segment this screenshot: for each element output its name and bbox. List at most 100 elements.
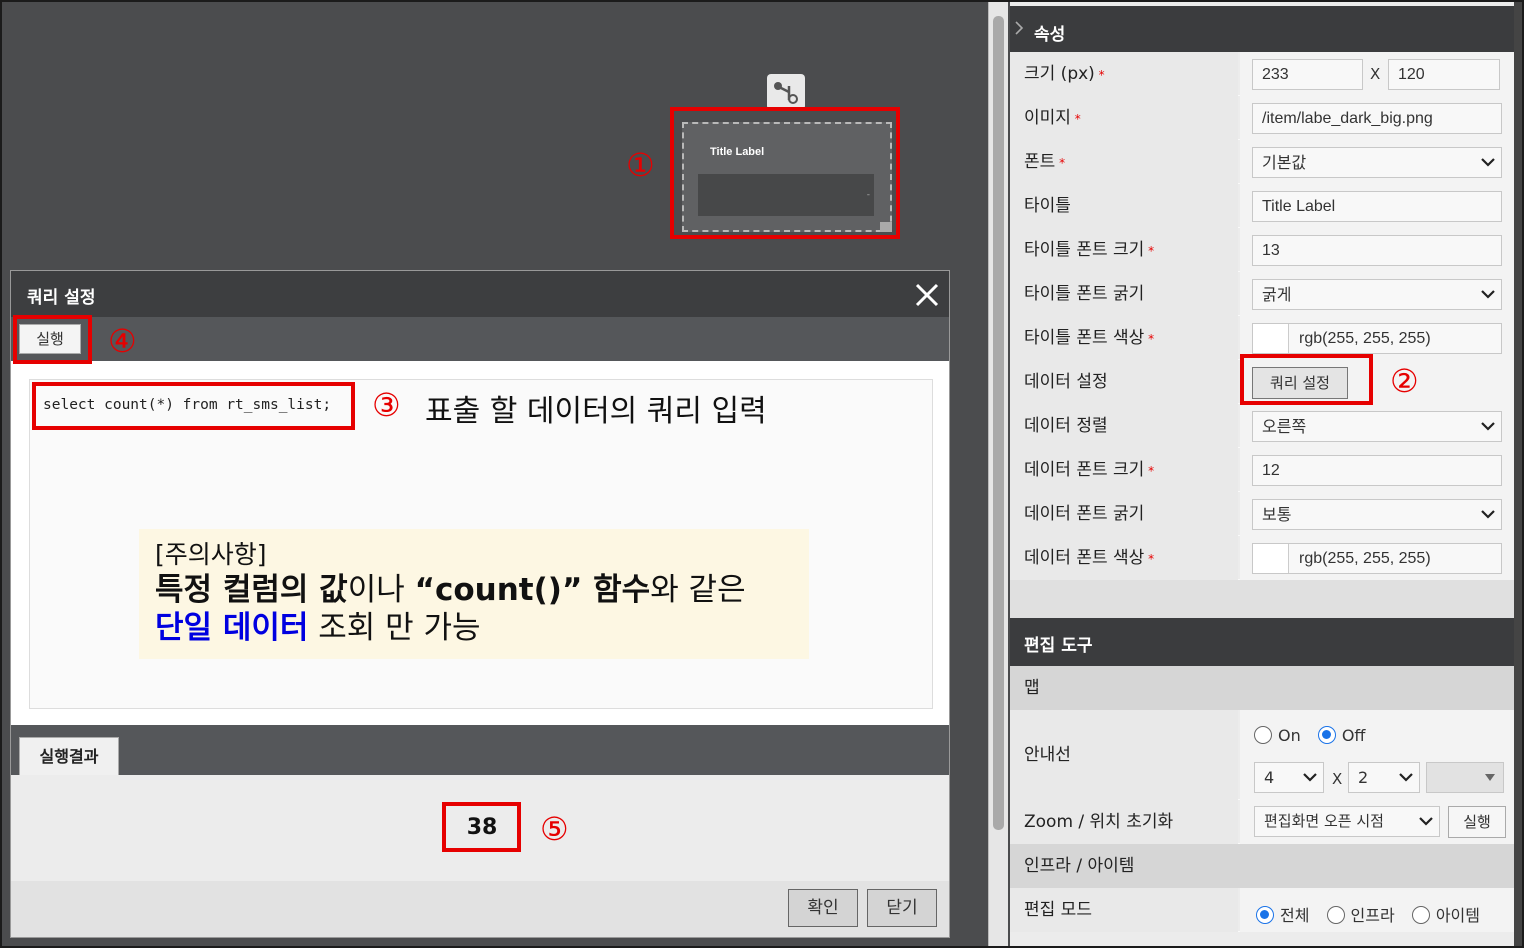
title-value: Title Label xyxy=(1240,184,1514,228)
row-data-font-size: 데이터 폰트 크기 * 12 xyxy=(1010,448,1514,492)
dialog-toolbar: 실행 xyxy=(11,317,949,361)
data-font-weight-value: 보통 xyxy=(1240,492,1514,536)
data-font-color-input[interactable]: rgb(255, 255, 255) xyxy=(1252,543,1502,574)
mode-all-radio[interactable] xyxy=(1256,906,1274,924)
title-font-color-label: 타이틀 폰트 색상 * xyxy=(1010,316,1238,360)
guide-color-select[interactable] xyxy=(1426,762,1504,793)
close-button[interactable]: 닫기 xyxy=(867,889,937,927)
data-align-value: 오른쪽 xyxy=(1240,404,1514,448)
title-font-size-input[interactable]: 13 xyxy=(1252,235,1502,266)
title-font-color-label-text: 타이틀 폰트 색상 xyxy=(1024,328,1145,348)
guide-on-radio[interactable] xyxy=(1254,726,1272,744)
edit-tools-header[interactable]: 편집 도구 xyxy=(1010,618,1514,666)
mode-all-label: 전체 xyxy=(1280,906,1310,925)
data-font-size-value: 12 xyxy=(1240,448,1514,492)
data-align-label: 데이터 정렬 xyxy=(1010,404,1238,448)
data-font-size-label-text: 데이터 폰트 크기 xyxy=(1024,460,1145,480)
zoom-run-button[interactable]: 실행 xyxy=(1448,806,1506,838)
row-data-font-weight: 데이터 폰트 굵기 보통 xyxy=(1010,492,1514,536)
title-label: 타이틀 xyxy=(1010,184,1238,228)
dialog-title: 쿼리 설정 xyxy=(27,288,96,308)
chevron-down-icon xyxy=(1481,422,1495,431)
font-label-text: 폰트 xyxy=(1024,152,1056,172)
infra-subheader: 인프라 / 아이템 xyxy=(1010,844,1514,888)
required-mark: * xyxy=(1144,332,1155,346)
required-mark: * xyxy=(1144,464,1155,478)
height-input[interactable]: 120 xyxy=(1388,59,1500,90)
notice-text-3: 조회 만 가능 xyxy=(308,610,481,646)
triangle-down-icon xyxy=(1485,774,1495,781)
row-size: 크기 (px) * 233 X 120 xyxy=(1010,52,1514,96)
edit-mode-label: 편집 모드 xyxy=(1010,888,1238,932)
guide-radios: On Off xyxy=(1254,726,1377,745)
highlight-query-setting xyxy=(1240,354,1373,405)
confirm-button[interactable]: 확인 xyxy=(788,889,858,927)
row-font: 폰트 * 기본값 xyxy=(1010,140,1514,184)
edit-tools-title: 편집 도구 xyxy=(1024,636,1093,656)
properties-panel: 속성 크기 (px) * 233 X 120 이미지 * /item/labe_… xyxy=(1010,2,1514,946)
chevron-down-icon xyxy=(1481,290,1495,299)
notice-bold-2: “count()” 함수 xyxy=(414,572,651,608)
width-input[interactable]: 233 xyxy=(1252,59,1363,90)
result-header: 실행결과 xyxy=(11,725,949,775)
chevron-down-icon xyxy=(1481,158,1495,167)
font-label: 폰트 * xyxy=(1010,140,1238,184)
color-swatch[interactable] xyxy=(1253,544,1289,573)
image-label: 이미지 * xyxy=(1010,96,1238,140)
notice-line-3: 단일 데이터 조회 만 가능 xyxy=(155,609,793,647)
highlight-widget xyxy=(670,107,900,239)
edit-mode-radios: 전체 인프라 아이템 xyxy=(1256,902,1480,926)
canvas-scrollbar[interactable] xyxy=(988,2,1008,946)
data-font-color-label: 데이터 폰트 색상 * xyxy=(1010,536,1238,580)
title-input[interactable]: Title Label xyxy=(1252,191,1502,222)
color-swatch[interactable] xyxy=(1253,324,1289,353)
connector-tool-icon[interactable] xyxy=(767,74,805,110)
notice-text-2: 와 같은 xyxy=(650,572,746,608)
font-value: 기본값 xyxy=(1240,140,1514,184)
mode-item-radio[interactable] xyxy=(1411,906,1430,924)
guide-rows-select[interactable]: 2 xyxy=(1348,762,1420,793)
data-font-weight-select[interactable]: 보통 xyxy=(1252,499,1502,530)
guide-off-label: Off xyxy=(1341,726,1366,745)
chevron-down-icon xyxy=(1399,773,1413,782)
tab-result[interactable]: 실행결과 xyxy=(19,737,119,775)
notice-box: [주의사항] 특정 컬럼의 값이나 “count()” 함수와 같은 단일 데이… xyxy=(139,529,809,659)
notice-heading: [주의사항] xyxy=(155,540,267,569)
notice-bold-1: 특정 컬럼의 값 xyxy=(155,572,348,608)
data-align-select[interactable]: 오른쪽 xyxy=(1252,411,1502,442)
properties-title: 속성 xyxy=(1034,25,1066,45)
mode-item-label: 아이템 xyxy=(1435,906,1480,925)
highlight-run xyxy=(13,315,92,364)
title-font-size-label: 타이틀 폰트 크기 * xyxy=(1010,228,1238,272)
title-font-weight-select[interactable]: 굵게 xyxy=(1252,279,1502,310)
required-mark: * xyxy=(1055,156,1066,170)
close-icon[interactable] xyxy=(913,281,941,309)
scroll-thumb[interactable] xyxy=(993,16,1004,830)
mode-infra-radio[interactable] xyxy=(1326,906,1345,924)
notice-text-1: 이나 xyxy=(347,572,415,608)
mode-infra-label: 인프라 xyxy=(1350,906,1395,925)
guide-value: On Off 4 X 2 xyxy=(1240,710,1514,800)
data-font-size-input[interactable]: 12 xyxy=(1252,455,1502,486)
row-image: 이미지 * /item/labe_dark_big.png xyxy=(1010,96,1514,140)
font-select[interactable]: 기본값 xyxy=(1252,147,1502,178)
size-label: 크기 (px) * xyxy=(1010,52,1238,96)
data-font-color-label-text: 데이터 폰트 색상 xyxy=(1024,548,1145,568)
title-font-weight-select-value: 굵게 xyxy=(1262,285,1292,304)
font-select-value: 기본값 xyxy=(1262,153,1307,172)
guide-off-radio[interactable] xyxy=(1317,726,1336,744)
data-font-color-value: rgb(255, 255, 255) xyxy=(1240,536,1514,580)
guide-cols-select[interactable]: 4 xyxy=(1254,762,1324,793)
size-value: 233 X 120 xyxy=(1240,52,1514,96)
chevron-right-icon xyxy=(1015,21,1024,35)
title-font-color-input[interactable]: rgb(255, 255, 255) xyxy=(1252,323,1502,354)
image-input[interactable]: /item/labe_dark_big.png xyxy=(1252,103,1502,134)
notice-blue: 단일 데이터 xyxy=(155,610,309,646)
title-font-size-value: 13 xyxy=(1240,228,1514,272)
size-label-text: 크기 (px) xyxy=(1024,64,1095,84)
zoom-select[interactable]: 편집화면 오픈 시점 xyxy=(1254,806,1440,837)
title-font-weight-value: 굵게 xyxy=(1240,272,1514,316)
chevron-down-icon xyxy=(1481,510,1495,519)
properties-header[interactable]: 속성 xyxy=(1010,6,1514,52)
edit-mode-value: 전체 인프라 아이템 xyxy=(1240,888,1514,932)
